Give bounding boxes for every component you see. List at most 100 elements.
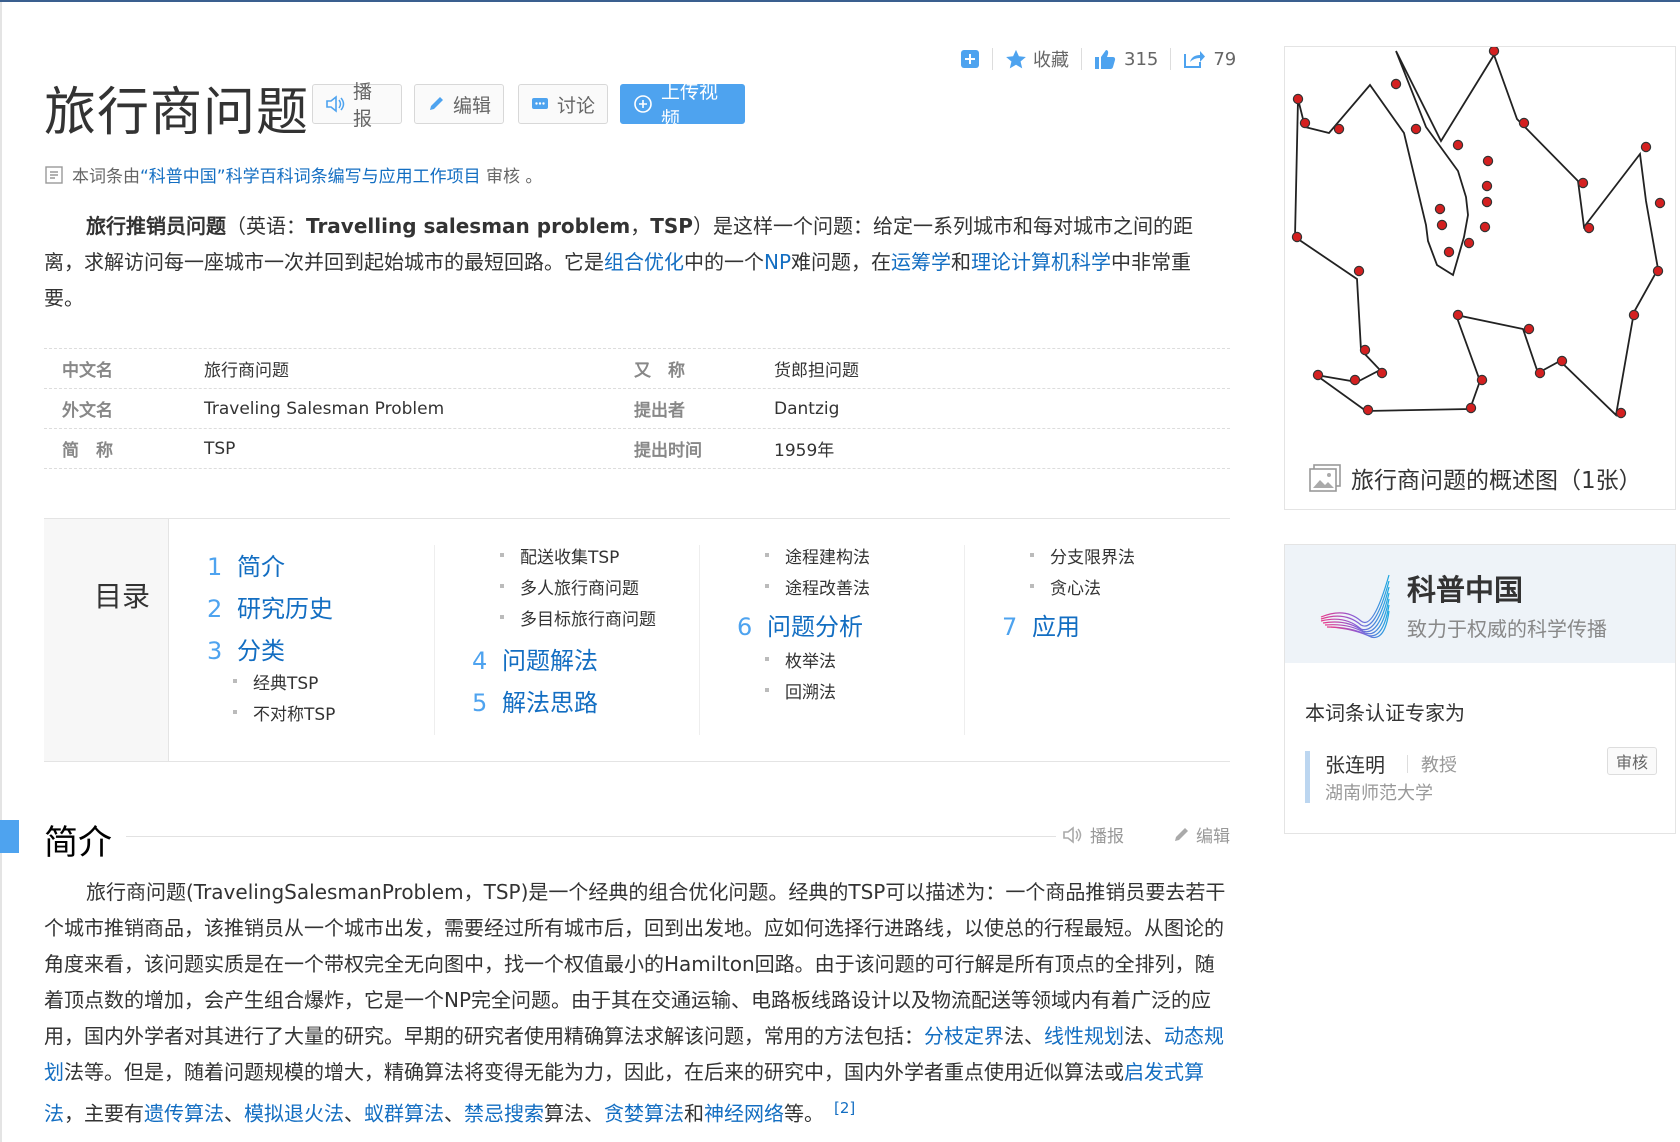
- divider: [1081, 48, 1082, 70]
- add-icon[interactable]: [960, 49, 980, 69]
- share-icon: [1184, 51, 1206, 68]
- star-icon: [1006, 49, 1026, 68]
- kepu-slogan: 致力于权威的科学传播: [1407, 617, 1607, 641]
- link-linear-programming[interactable]: 线性规划: [1044, 1024, 1124, 1048]
- info-key: 又 称: [634, 361, 685, 381]
- toc-subitem[interactable]: 途程改善法: [765, 574, 870, 599]
- toc-subitem[interactable]: 途程建构法: [765, 543, 870, 568]
- intro-text: 算法、: [544, 1101, 604, 1126]
- info-value: 货郎担问题: [774, 361, 859, 381]
- divider: [992, 48, 993, 70]
- info-row: 外文名 Traveling Salesman Problem 提出者 Dantz…: [44, 389, 1230, 429]
- toc-subitem[interactable]: 多目标旅行商问题: [500, 605, 656, 630]
- review-suffix: 审核 。: [480, 167, 543, 187]
- info-key: 提出时间: [634, 441, 702, 461]
- toc-title: 应用: [1032, 613, 1080, 641]
- expert-organization: 湖南师范大学: [1325, 783, 1433, 804]
- toc-number: 7: [1002, 613, 1018, 641]
- discuss-label: 讨论: [557, 94, 596, 117]
- intro-text: 、: [224, 1101, 244, 1126]
- link-np[interactable]: NP: [764, 250, 791, 274]
- toc-item[interactable]: 6 问题分析: [737, 607, 863, 642]
- link-genetic-algorithm[interactable]: 遗传算法: [144, 1102, 224, 1126]
- intro-text: 、: [344, 1101, 364, 1126]
- link-operations-research[interactable]: 运筹学: [891, 250, 951, 274]
- speaker-icon: [325, 95, 345, 113]
- toc-item[interactable]: 2 研究历史: [207, 589, 333, 624]
- expert-name: 张连明: [1325, 753, 1385, 777]
- toc-subitem[interactable]: 配送收集TSP: [499, 543, 619, 568]
- summary-text: ，: [630, 214, 651, 238]
- link-neural-network[interactable]: 神经网络: [704, 1102, 784, 1126]
- upload-video-button[interactable]: 上传视频: [620, 81, 745, 130]
- review-prefix: 本词条由: [72, 167, 140, 187]
- favorite-button[interactable]: 收藏: [1005, 46, 1069, 72]
- toc-item[interactable]: 4 问题解法: [472, 641, 598, 676]
- toc-subitem[interactable]: 贪心法: [1030, 574, 1101, 599]
- speaker-icon: [1062, 825, 1084, 844]
- summary-english: Travelling salesman problem: [306, 214, 631, 238]
- link-simulated-annealing[interactable]: 模拟退火法: [244, 1102, 344, 1126]
- divider: [1170, 48, 1172, 70]
- left-border: [0, 2, 2, 1142]
- divider: [699, 545, 700, 735]
- toc-body: 1 简介 2 研究历史 3 分类 经典TSP 不对称TSP 配送收集TSP 多人旅行商…: [169, 519, 1230, 761]
- section-rule: [126, 836, 1056, 837]
- toc-item[interactable]: 5 解法思路: [472, 683, 598, 718]
- summary-abbr: TSP: [650, 214, 693, 238]
- image-caption-text: 旅行商问题的概述图（1张）: [1351, 468, 1642, 494]
- discuss-button[interactable]: 讨论: [518, 84, 608, 124]
- toc-subitem[interactable]: 多人旅行商问题: [500, 574, 639, 599]
- summary-text: 和: [951, 250, 972, 274]
- toc-title: 简介: [237, 553, 285, 581]
- pencil-icon: [427, 95, 445, 113]
- top-border: [0, 0, 1680, 2]
- like-button[interactable]: 315: [1094, 49, 1158, 70]
- kepu-header[interactable]: 科普中国 致力于权威的科学传播: [1285, 545, 1675, 663]
- link-branch-and-bound[interactable]: 分枝定界: [924, 1024, 1004, 1048]
- link-tabu-search[interactable]: 禁忌搜索: [464, 1102, 544, 1126]
- toc-title: 问题解法: [502, 647, 598, 675]
- intro-text: 等。: [784, 1101, 824, 1126]
- intro-text: ，主要有: [64, 1101, 144, 1126]
- like-count: 315: [1124, 48, 1159, 70]
- edit-button[interactable]: 编辑: [414, 84, 504, 124]
- section-edit-button[interactable]: 编辑: [1172, 822, 1230, 847]
- chat-icon: [531, 96, 549, 112]
- link-theoretical-cs[interactable]: 理论计算机科学: [971, 250, 1111, 274]
- toc-item[interactable]: 7 应用: [1002, 607, 1080, 642]
- summary-image-card[interactable]: 旅行商问题的概述图（1张）: [1284, 45, 1676, 510]
- upload-video-label: 上传视频: [661, 81, 719, 130]
- top-actions: 收藏 315 79: [960, 44, 1236, 74]
- info-value: 旅行商问题: [204, 361, 289, 381]
- intro-text: 法、: [1004, 1024, 1044, 1048]
- share-count: 79: [1213, 48, 1237, 70]
- toc-subitem[interactable]: 分支限界法: [1030, 543, 1135, 568]
- edit-label: 编辑: [453, 94, 492, 117]
- share-button[interactable]: 79: [1183, 49, 1236, 70]
- reference-link[interactable]: [2]: [834, 1099, 855, 1117]
- expert-entry[interactable]: 张连明 教授 湖南师范大学 审核: [1305, 745, 1657, 805]
- link-combinatorial-optimization[interactable]: 组合优化: [604, 250, 684, 274]
- link-ant-colony[interactable]: 蚁群算法: [364, 1102, 444, 1126]
- review-project-link[interactable]: “科普中国”科学百科词条编写与应用工作项目: [140, 167, 481, 187]
- info-row: 中文名 旅行商问题 又 称 货郎担问题: [44, 348, 1230, 389]
- toc-item[interactable]: 3 分类: [207, 631, 285, 666]
- intro-text: 和: [684, 1101, 704, 1126]
- toc-subitem[interactable]: 回溯法: [765, 678, 836, 703]
- toc-subitem[interactable]: 经典TSP: [232, 669, 318, 694]
- toc-item[interactable]: 1 简介: [207, 547, 285, 582]
- intro-text: 法、: [1124, 1024, 1164, 1048]
- summary-paragraph: 旅行推销员问题（英语：Travelling salesman problem，T…: [44, 208, 1229, 316]
- section-broadcast-button[interactable]: 播报: [1062, 822, 1124, 847]
- expert-title: 教授: [1421, 755, 1457, 776]
- link-greedy-algorithm[interactable]: 贪婪算法: [604, 1102, 684, 1126]
- section-title: 简介: [44, 823, 112, 863]
- image-caption: 旅行商问题的概述图（1张）: [1309, 461, 1642, 495]
- broadcast-button[interactable]: 播报: [312, 81, 402, 130]
- toc-subitem[interactable]: 不对称TSP: [232, 700, 335, 725]
- section-marker: [0, 820, 19, 853]
- info-key: 提出者: [634, 401, 685, 421]
- kepu-logo: [1320, 574, 1390, 639]
- toc-subitem[interactable]: 枚举法: [765, 647, 836, 672]
